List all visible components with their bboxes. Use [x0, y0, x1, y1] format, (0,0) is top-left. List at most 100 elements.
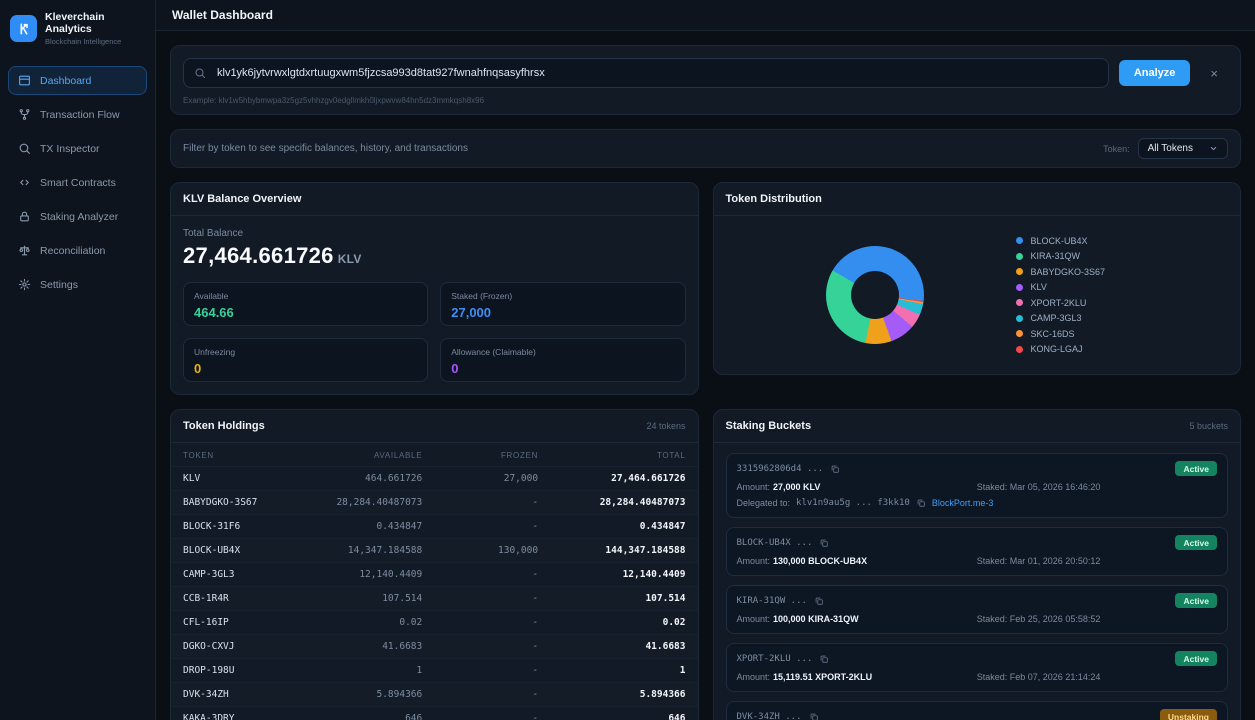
legend-label: BABYDGKO-3S67	[1031, 267, 1106, 277]
sidebar-item-smart-contracts[interactable]: Smart Contracts	[8, 168, 147, 197]
legend-item: CAMP-3GL3	[1016, 313, 1106, 323]
copy-icon[interactable]	[819, 538, 829, 548]
token-distribution-card: Token Distribution BLOCK-UB4XKIRA-31QWBA…	[713, 182, 1242, 375]
amount-value: 27,000 KLV	[773, 482, 820, 492]
staking-bucket: 3315962806d4 ... Active Amount:27,000 KLVS…	[726, 453, 1229, 518]
analyze-button[interactable]: Analyze	[1119, 60, 1191, 86]
status-badge: Active	[1175, 535, 1217, 550]
bucket-id-text: DVK-34ZH ...	[737, 712, 802, 720]
table-row[interactable]: DVK-34ZH5.894366-5.894366	[171, 683, 698, 707]
status-badge: Unstaking	[1160, 709, 1217, 720]
staking-bucket: XPORT-2KLU ...ActiveAmount:15,119.51 XPO…	[726, 643, 1229, 692]
total-cell: 41.6683	[550, 635, 697, 659]
balance-card-header: KLV Balance Overview	[171, 183, 698, 216]
copy-icon[interactable]	[814, 596, 824, 606]
bucket-id-text: KIRA-31QW ...	[737, 596, 807, 606]
table-row[interactable]: KAKA-3DRY646-646	[171, 707, 698, 720]
app-root: Kleverchain Analytics Blockchain Intelli…	[0, 0, 1255, 720]
available-cell: 14,347.184588	[308, 539, 434, 563]
bucket-id: 3315962806d4 ...	[737, 464, 841, 474]
address-input[interactable]	[215, 66, 1098, 80]
legend-label: SKC-16DS	[1031, 329, 1075, 339]
validator-link[interactable]: BlockPort.me-3	[932, 498, 994, 508]
total-cell: 144,347.184588	[550, 539, 697, 563]
bucket-id-text: BLOCK-UB4X ...	[737, 538, 813, 548]
staking-card-title: Staking Buckets	[726, 420, 812, 432]
total-balance-label: Total Balance	[183, 228, 686, 239]
stat-box-available: Available 464.66	[183, 282, 428, 326]
copy-icon[interactable]	[809, 712, 819, 720]
stat-value: 464.66	[194, 305, 417, 320]
bucket-top: KIRA-31QW ...Active	[737, 593, 1218, 608]
staking-analyzer-icon	[18, 210, 31, 223]
legend-dot-icon	[1016, 330, 1023, 337]
total-cell: 1	[550, 659, 697, 683]
token-cell: BLOCK-UB4X	[171, 539, 308, 563]
stat-label: Staked (Frozen)	[451, 291, 674, 301]
chevron-down-icon	[1209, 144, 1218, 153]
token-distribution-donut-chart	[826, 246, 924, 344]
settings-icon	[18, 278, 31, 291]
bucket-id: DVK-34ZH ...	[737, 712, 819, 720]
stat-label: Unfreezing	[194, 347, 417, 357]
table-row[interactable]: CAMP-3GL312,140.4409-12,140.4409	[171, 563, 698, 587]
frozen-cell: -	[434, 707, 550, 720]
frozen-cell: -	[434, 587, 550, 611]
sidebar-item-label: Staking Analyzer	[40, 211, 118, 223]
table-row[interactable]: CCB-1R4R107.514-107.514	[171, 587, 698, 611]
token-select[interactable]: All Tokens	[1138, 138, 1228, 159]
available-cell: 464.661726	[308, 467, 434, 491]
bucket-top: DVK-34ZH ... Unstaking	[737, 709, 1218, 720]
address-input-wrap[interactable]	[183, 58, 1109, 88]
table-row[interactable]: BLOCK-31F60.434847-0.434847	[171, 515, 698, 539]
bucket-amount: Amount:15,119.51 XPORT-2KLU	[737, 672, 977, 682]
frozen-cell: -	[434, 635, 550, 659]
distribution-card-title: Token Distribution	[726, 193, 822, 205]
bucket-staked-date: Staked: Mar 05, 2026 16:46:20	[977, 482, 1217, 492]
frozen-cell: -	[434, 515, 550, 539]
total-balance-number: 27,464.661726	[183, 243, 334, 268]
bucket-detail-row: Amount:27,000 KLVStaked: Mar 05, 2026 16…	[737, 482, 1218, 492]
topbar: Wallet Dashboard	[156, 0, 1255, 31]
sidebar-item-label: Reconciliation	[40, 245, 105, 257]
stat-label: Available	[194, 291, 417, 301]
table-row[interactable]: BABYDGKO-3S6728,284.40487073-28,284.4048…	[171, 491, 698, 515]
bucket-detail-row: Amount:130,000 BLOCK-UB4XStaked: Mar 01,…	[737, 556, 1218, 566]
table-row[interactable]: DROP-198U1-1	[171, 659, 698, 683]
balance-overview-card: KLV Balance Overview Total Balance 27,46…	[170, 182, 699, 395]
main-area: Wallet Dashboard Analyze × Example: klv1…	[156, 0, 1255, 720]
sidebar-item-tx-inspector[interactable]: TX Inspector	[8, 134, 147, 163]
legend-dot-icon	[1016, 284, 1023, 291]
column-header-frozen: Frozen	[434, 443, 550, 467]
status-badge: Active	[1175, 461, 1217, 476]
search-example: Example: klv1w5hbybmwpa3z5gz5vhhzgv0edgl…	[183, 96, 1228, 105]
staking-count: 5 buckets	[1189, 421, 1228, 431]
frozen-cell: -	[434, 611, 550, 635]
legend-label: KIRA-31QW	[1031, 251, 1081, 261]
copy-icon[interactable]	[916, 498, 926, 508]
sidebar-item-dashboard[interactable]: Dashboard	[8, 66, 147, 95]
sidebar-item-transaction-flow[interactable]: Transaction Flow	[8, 100, 147, 129]
copy-icon[interactable]	[830, 464, 840, 474]
table-row[interactable]: BLOCK-UB4X14,347.184588130,000144,347.18…	[171, 539, 698, 563]
bucket-amount: Amount:27,000 KLV	[737, 482, 977, 492]
table-row[interactable]: CFL-16IP0.02-0.02	[171, 611, 698, 635]
bucket-id: KIRA-31QW ...	[737, 596, 824, 606]
balance-stat-grid: Available 464.66 Staked (Frozen) 27,000 Unfr…	[183, 282, 686, 382]
clear-search-button[interactable]: ×	[1200, 64, 1228, 83]
sidebar-item-settings[interactable]: Settings	[8, 270, 147, 299]
sidebar-item-reconciliation[interactable]: Reconciliation	[8, 236, 147, 265]
column-header-available: Available	[308, 443, 434, 467]
sidebar: Kleverchain Analytics Blockchain Intelli…	[0, 0, 156, 720]
table-row[interactable]: DGKO-CXVJ41.6683-41.6683	[171, 635, 698, 659]
token-cell: DGKO-CXVJ	[171, 635, 308, 659]
stat-value: 27,000	[451, 305, 674, 320]
legend-item: BABYDGKO-3S67	[1016, 267, 1106, 277]
transaction-flow-icon	[18, 108, 31, 121]
sidebar-item-staking-analyzer[interactable]: Staking Analyzer	[8, 202, 147, 231]
table-row[interactable]: KLV464.66172627,00027,464.661726	[171, 467, 698, 491]
legend-item: KONG-LGAJ	[1016, 344, 1106, 354]
copy-icon[interactable]	[819, 654, 829, 664]
token-select-value: All Tokens	[1148, 143, 1193, 154]
column-header-total: Total	[550, 443, 697, 467]
